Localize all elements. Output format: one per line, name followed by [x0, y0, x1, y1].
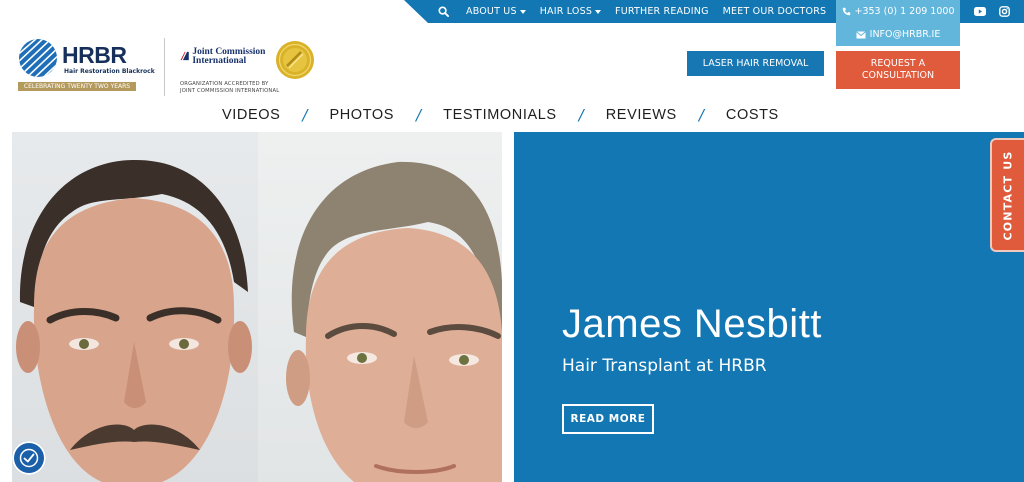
main-navigation: VIDEOS / PHOTOS / TESTIMONIALS / REVIEWS…	[222, 104, 779, 126]
jci-logo-icon	[180, 51, 190, 61]
topnav-further-reading[interactable]: FURTHER READING	[615, 6, 709, 17]
chevron-down-icon	[519, 9, 526, 14]
email-link[interactable]: INFO@HRBR.IE	[836, 23, 960, 46]
nav-separator: /	[698, 106, 704, 124]
read-more-button[interactable]: READ MORE	[562, 404, 654, 434]
globe-logo-icon	[19, 39, 57, 77]
hero-title: James Nesbitt	[562, 302, 822, 346]
topnav-meet-our-doctors[interactable]: MEET OUR DOCTORS	[723, 6, 827, 17]
hero-panel: James Nesbitt Hair Transplant at HRBR RE…	[514, 132, 1024, 482]
instagram-icon[interactable]	[996, 3, 1012, 19]
before-photo	[12, 132, 258, 482]
nav-reviews[interactable]: REVIEWS	[606, 107, 677, 123]
phone-icon	[842, 7, 850, 16]
laser-hair-removal-button[interactable]: LASER HAIR REMOVAL	[687, 51, 824, 76]
request-consultation-button[interactable]: REQUEST A CONSULTATION	[836, 51, 960, 89]
jci-accreditation: Joint Commission International ORGANIZAT…	[180, 47, 279, 94]
hero-before-after-image	[12, 132, 502, 482]
nav-photos[interactable]: PHOTOS	[329, 107, 394, 123]
contact-dropdown: +353 (0) 1 209 1000 INFO@HRBR.IE	[836, 0, 960, 46]
nav-testimonials[interactable]: TESTIMONIALS	[443, 107, 557, 123]
site-logo[interactable]: HRBR Hair Restoration Blackrock CELEBRAT…	[16, 38, 155, 92]
top-navigation: ABOUT US HAIR LOSS FURTHER READING MEET …	[436, 0, 840, 23]
logo-banner: CELEBRATING TWENTY TWO YEARS	[18, 82, 136, 91]
accreditation-line-1: ORGANIZATION ACCREDITED BY	[180, 81, 269, 87]
email-address: INFO@HRBR.IE	[869, 29, 941, 40]
phone-number: +353 (0) 1 209 1000	[854, 6, 955, 17]
youtube-icon[interactable]	[972, 3, 988, 19]
contact-us-label: CONTACT US	[1001, 149, 1015, 241]
envelope-icon	[855, 30, 866, 38]
phone-link[interactable]: +353 (0) 1 209 1000	[836, 0, 960, 23]
search-icon[interactable]	[436, 5, 450, 19]
logo-divider	[164, 38, 165, 96]
nav-costs[interactable]: COSTS	[726, 107, 779, 123]
jci-name: Joint Commission International	[192, 47, 266, 66]
hero-subtitle: Hair Transplant at HRBR	[562, 356, 767, 376]
logo-subtitle: Hair Restoration Blackrock	[64, 68, 155, 75]
nav-separator: /	[416, 106, 422, 124]
after-photo	[258, 132, 502, 482]
logo-brand: HRBR	[62, 42, 127, 68]
accessibility-icon[interactable]	[12, 441, 46, 475]
chevron-down-icon	[595, 9, 602, 14]
contact-us-tab[interactable]: CONTACT US	[990, 138, 1024, 252]
nav-videos[interactable]: VIDEOS	[222, 107, 280, 123]
nav-separator: /	[302, 106, 308, 124]
gold-seal-icon	[276, 41, 314, 79]
accreditation-line-2: JOINT COMMISSION INTERNATIONAL	[180, 88, 280, 94]
topnav-about-us[interactable]: ABOUT US	[466, 6, 526, 17]
nav-separator: /	[578, 106, 584, 124]
topnav-hair-loss[interactable]: HAIR LOSS	[540, 6, 602, 17]
